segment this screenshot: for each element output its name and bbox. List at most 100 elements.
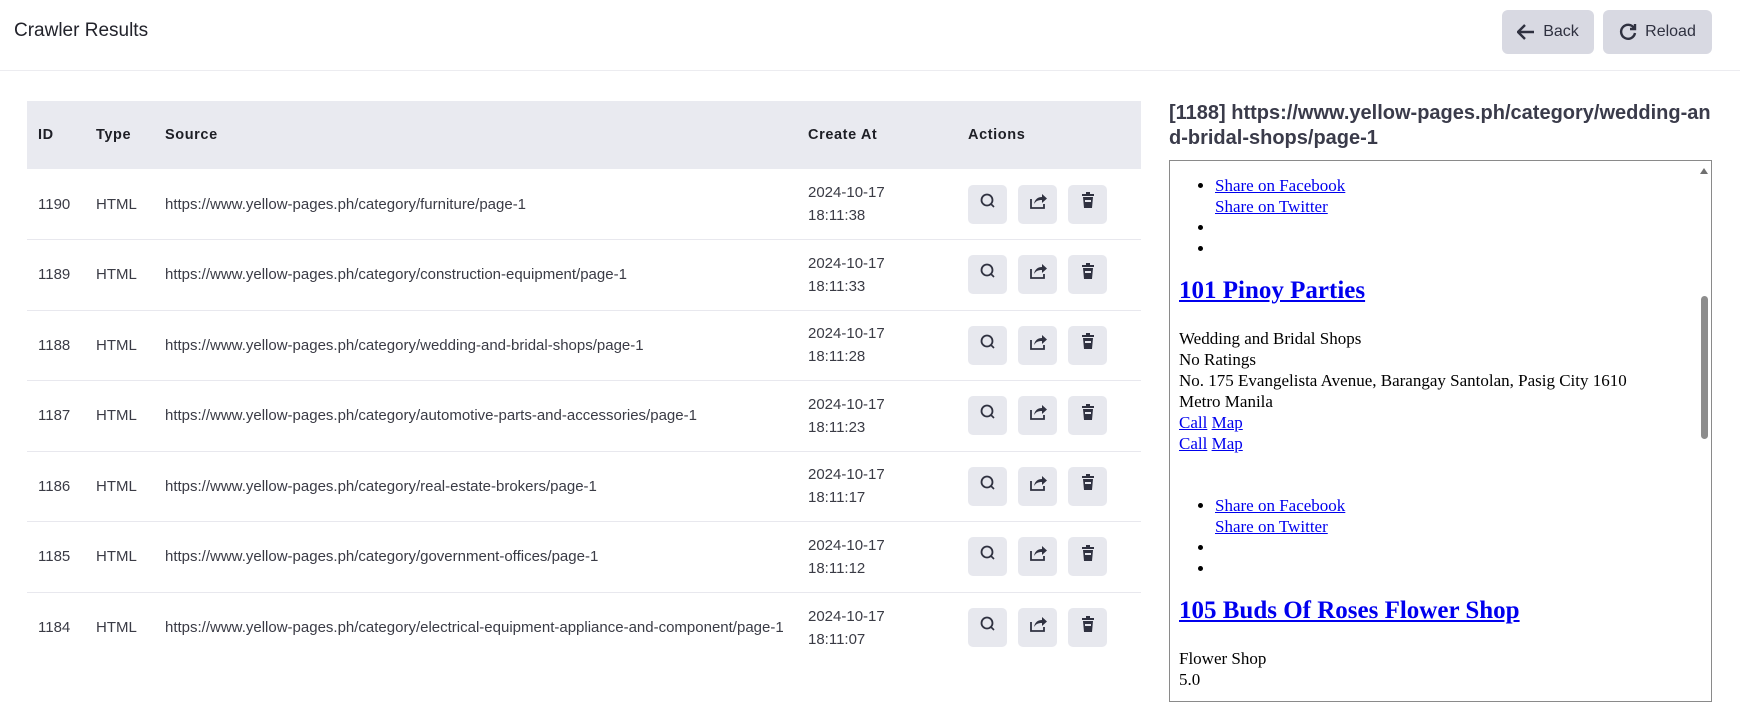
listing-title: 101 Pinoy Parties (1179, 276, 1684, 306)
table-row: 1187 HTML https://www.yellow-pages.ph/cate… (27, 381, 1141, 452)
open-button[interactable] (1018, 184, 1057, 224)
column-header-id: ID (38, 127, 54, 143)
table-row: 1185 HTML https://www.yellow-pages.ph/cate… (27, 522, 1141, 593)
share-list: Share on Facebook Share on Twitter (1179, 495, 1684, 579)
back-button[interactable]: Back (1502, 10, 1594, 54)
table-row: 1189 HTML https://www.yellow-pages.ph/cate… (27, 240, 1141, 311)
view-button[interactable] (968, 466, 1007, 506)
create-date: 2024-10-17 (808, 254, 885, 272)
create-date: 2024-10-17 (808, 607, 885, 625)
scrollbar-thumb[interactable] (1701, 296, 1708, 439)
share-icon (1028, 262, 1048, 287)
map-link[interactable]: Map (1212, 434, 1243, 453)
view-button[interactable] (968, 537, 1007, 577)
share-icon (1028, 333, 1048, 358)
list-item (1215, 558, 1684, 579)
create-time: 18:11:07 (808, 630, 866, 648)
cell-id: 1186 (38, 477, 71, 495)
view-button[interactable] (968, 325, 1007, 365)
listing-link[interactable]: 101 Pinoy Parties (1179, 277, 1365, 304)
cell-source: https://www.yellow-pages.ph/category/wed… (165, 336, 644, 354)
cell-actions (957, 522, 1141, 593)
cell-source: https://www.yellow-pages.ph/category/con… (165, 266, 627, 284)
reload-button[interactable]: Reload (1603, 10, 1712, 54)
create-date: 2024-10-17 (808, 325, 885, 343)
view-button[interactable] (968, 396, 1007, 436)
cell-actions (957, 381, 1141, 452)
call-link[interactable]: Call (1179, 413, 1207, 432)
trash-icon (1081, 262, 1095, 287)
cell-id: 1190 (38, 195, 71, 213)
reload-icon (1619, 23, 1637, 41)
trash-icon (1081, 474, 1095, 498)
share-icon (1028, 544, 1048, 569)
cell-actions (957, 592, 1141, 663)
cell-source: https://www.yellow-pages.ph/category/aut… (165, 407, 697, 425)
search-icon (979, 615, 997, 640)
cell-create-at: 2024-10-17 18:11:07 (797, 592, 957, 663)
list-item (1215, 217, 1684, 238)
view-button[interactable] (968, 608, 1007, 647)
cell-type: HTML (96, 407, 137, 425)
cell-actions (957, 169, 1141, 240)
share-twitter-link[interactable]: Share on Twitter (1215, 517, 1328, 536)
delete-button[interactable] (1068, 325, 1107, 365)
open-button[interactable] (1018, 255, 1057, 295)
delete-button[interactable] (1068, 466, 1107, 506)
cell-type: HTML (96, 477, 137, 495)
list-item: Share on Facebook Share on Twitter (1215, 495, 1684, 537)
reload-label: Reload (1645, 23, 1696, 40)
search-icon (979, 333, 997, 358)
column-header-actions: Actions (968, 127, 1026, 143)
share-facebook-link[interactable]: Share on Facebook (1215, 496, 1345, 515)
open-button[interactable] (1018, 396, 1057, 436)
column-header-type: Type (96, 127, 132, 143)
delete-button[interactable] (1068, 608, 1107, 647)
preview-title: [1188] https://www.yellow-pages.ph/categ… (1169, 102, 1711, 149)
page-title: Crawler Results (14, 20, 149, 41)
search-icon (979, 262, 997, 287)
listing-link[interactable]: 105 Buds Of Roses Flower Shop (1179, 597, 1520, 624)
share-icon (1028, 474, 1048, 499)
view-button[interactable] (968, 184, 1007, 224)
cell-source: https://www.yellow-pages.ph/category/ele… (165, 619, 784, 636)
top-bar: Crawler Results Back Reload (0, 0, 1740, 71)
create-time: 18:11:28 (808, 348, 866, 366)
scroll-up-icon[interactable] (1700, 168, 1708, 174)
trash-icon (1081, 544, 1095, 569)
cell-type: HTML (96, 336, 137, 354)
delete-button[interactable] (1068, 537, 1107, 577)
open-button[interactable] (1018, 537, 1057, 577)
create-time: 18:11:33 (808, 277, 866, 295)
cell-id: 1189 (38, 266, 71, 284)
create-time: 18:11:12 (808, 559, 866, 577)
scrollbar[interactable] (1697, 161, 1711, 701)
search-icon (979, 403, 997, 428)
map-link[interactable]: Map (1212, 413, 1243, 432)
listing-region: Metro Manila (1179, 392, 1273, 411)
cell-create-at: 2024-10-17 18:11:12 (797, 522, 957, 593)
view-button[interactable] (968, 255, 1007, 295)
open-button[interactable] (1018, 608, 1057, 647)
create-date: 2024-10-17 (808, 395, 885, 413)
create-time: 18:11:23 (808, 418, 866, 436)
open-button[interactable] (1018, 325, 1057, 365)
share-facebook-link[interactable]: Share on Facebook (1215, 176, 1345, 195)
delete-button[interactable] (1068, 255, 1107, 295)
delete-button[interactable] (1068, 396, 1107, 436)
cell-actions (957, 451, 1141, 522)
create-date: 2024-10-17 (808, 466, 885, 484)
delete-button[interactable] (1068, 184, 1107, 224)
share-icon (1028, 615, 1048, 640)
table-row: 1184 HTML https://www.yellow-pages.ph/cate… (27, 592, 1141, 663)
trash-icon (1081, 615, 1095, 640)
column-header-create-at: Create At (808, 127, 878, 143)
cell-id: 1187 (38, 407, 71, 425)
open-button[interactable] (1018, 466, 1057, 506)
share-list: Share on Facebook Share on Twitter (1179, 175, 1684, 259)
preview-frame[interactable]: Share on Facebook Share on Twitter 101 P… (1169, 160, 1712, 702)
cell-actions (957, 240, 1141, 311)
call-link[interactable]: Call (1179, 434, 1207, 453)
cell-create-at: 2024-10-17 18:11:28 (797, 310, 957, 381)
share-twitter-link[interactable]: Share on Twitter (1215, 197, 1328, 216)
